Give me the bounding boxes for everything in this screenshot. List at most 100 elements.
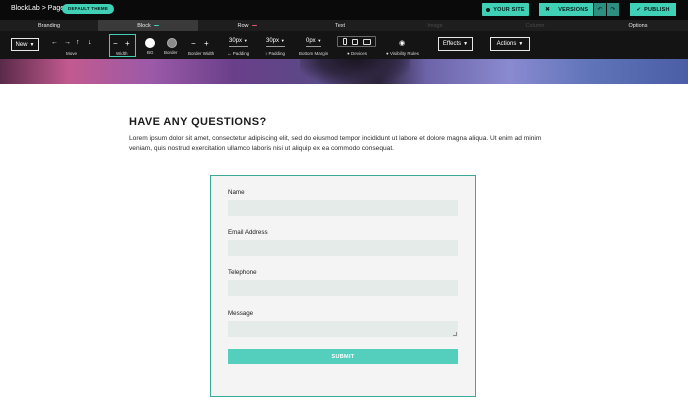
publish-label: PUBLISH bbox=[644, 6, 670, 13]
tab-branding[interactable]: Branding bbox=[0, 20, 98, 31]
eye-icon[interactable]: ◉ bbox=[399, 39, 405, 47]
editor-tabs: Branding Block Row Text Image Column Opt… bbox=[0, 20, 688, 31]
border-color-swatch[interactable] bbox=[167, 38, 177, 48]
undo-button[interactable]: ↶ bbox=[594, 3, 606, 16]
redo-icon: ↷ bbox=[610, 7, 616, 13]
tab-row[interactable]: Row bbox=[198, 20, 296, 31]
plus-icon[interactable]: + bbox=[125, 40, 130, 48]
your-site-button[interactable]: YOUR SITE bbox=[482, 3, 529, 16]
name-field[interactable] bbox=[228, 200, 458, 216]
tab-image: Image bbox=[395, 20, 475, 31]
arrow-up-icon[interactable]: ↑ bbox=[76, 39, 80, 46]
vertical-padding-label: ↕ Padding bbox=[265, 51, 285, 56]
vertical-padding-dropdown[interactable]: 30px ▼ bbox=[266, 38, 285, 47]
arrow-down-icon[interactable]: ↓ bbox=[88, 39, 92, 46]
your-site-label: YOUR SITE bbox=[493, 6, 525, 13]
arrow-right-icon[interactable]: → bbox=[64, 39, 71, 46]
bg-label: BG bbox=[147, 50, 154, 55]
versions-icon: ✖ bbox=[545, 7, 551, 13]
message-label: Message bbox=[228, 310, 254, 317]
contact-form: Name Email Address Telephone Message SUB… bbox=[210, 175, 476, 397]
telephone-label: Telephone bbox=[228, 269, 257, 276]
border-width-label: Border Width bbox=[188, 51, 215, 56]
top-bar: BlockLab > Page DEFAULT THEME YOUR SITE … bbox=[0, 0, 688, 20]
tab-options[interactable]: Options bbox=[600, 20, 676, 31]
tab-label: Branding bbox=[37, 22, 61, 29]
theme-badge[interactable]: DEFAULT THEME bbox=[62, 4, 115, 14]
chevron-down-icon: ▼ bbox=[280, 38, 285, 43]
section-heading: HAVE ANY QUESTIONS? bbox=[129, 116, 267, 128]
tab-block[interactable]: Block bbox=[98, 20, 198, 31]
chevron-down-icon: ▼ bbox=[29, 41, 35, 48]
new-label: New bbox=[15, 41, 28, 48]
tab-column: Column bbox=[495, 20, 575, 31]
submit-button[interactable]: SUBMIT bbox=[228, 349, 458, 364]
actions-button[interactable]: Actions ▼ bbox=[490, 37, 530, 51]
hero-shadow bbox=[300, 59, 410, 84]
tab-label: Image bbox=[427, 22, 443, 29]
telephone-field[interactable] bbox=[228, 280, 458, 296]
resize-handle-icon[interactable] bbox=[453, 332, 457, 336]
width-control: − + Width bbox=[109, 34, 136, 57]
info-icon: ● bbox=[347, 51, 350, 56]
minus-icon[interactable]: − bbox=[113, 40, 118, 48]
bottom-margin-value: 0px bbox=[306, 38, 316, 44]
vertical-arrows-icon: ↕ bbox=[265, 51, 268, 56]
versions-button[interactable]: ✖ VERSIONS bbox=[539, 3, 593, 16]
move-label: Move bbox=[66, 51, 78, 56]
arrow-left-icon[interactable]: ← bbox=[51, 39, 58, 46]
actions-label: Actions bbox=[496, 41, 517, 47]
email-label: Email Address bbox=[228, 229, 268, 236]
width-label: Width bbox=[116, 51, 128, 56]
publish-button[interactable]: ✔ PUBLISH bbox=[630, 3, 676, 16]
redo-button[interactable]: ↷ bbox=[607, 3, 619, 16]
undo-icon: ↶ bbox=[597, 7, 603, 13]
padding-dropdown[interactable]: 30px ▼ bbox=[229, 38, 248, 47]
row-indicator-icon bbox=[251, 24, 257, 27]
devices-label: ● Devices bbox=[347, 51, 367, 56]
tab-text[interactable]: Text bbox=[296, 20, 384, 31]
info-icon: ● bbox=[386, 51, 389, 56]
devices-label-text: Devices bbox=[350, 51, 367, 56]
vertical-padding-value: 30px bbox=[266, 38, 280, 44]
vertical-padding-label-text: Padding bbox=[268, 51, 286, 56]
block-indicator-icon bbox=[153, 24, 159, 27]
name-label: Name bbox=[228, 189, 245, 196]
block-toolbar: New ▼ ← → ↑ ↓ Move − + Width BG Border −… bbox=[0, 31, 688, 59]
desktop-icon[interactable] bbox=[362, 38, 371, 45]
chevron-down-icon: ▼ bbox=[243, 38, 248, 43]
tab-label: Column bbox=[525, 22, 545, 29]
border-label: Border bbox=[164, 50, 178, 55]
chevron-down-icon: ▼ bbox=[518, 41, 524, 47]
effects-label: Effects bbox=[442, 41, 462, 47]
minus-icon[interactable]: − bbox=[191, 40, 196, 48]
mobile-icon[interactable] bbox=[342, 38, 347, 45]
devices-toggle bbox=[337, 36, 376, 47]
email-field[interactable] bbox=[228, 240, 458, 256]
breadcrumb[interactable]: BlockLab > Page bbox=[11, 5, 64, 12]
message-field[interactable] bbox=[228, 321, 458, 337]
check-icon: ✔ bbox=[636, 6, 642, 13]
bottom-margin-dropdown[interactable]: 0px ▼ bbox=[306, 38, 322, 47]
tab-label: Text bbox=[334, 22, 346, 29]
tab-label: Options bbox=[628, 22, 648, 29]
plus-icon[interactable]: + bbox=[204, 40, 209, 48]
new-block-button[interactable]: New ▼ bbox=[11, 38, 39, 51]
globe-icon bbox=[486, 7, 491, 12]
intro-paragraph: Lorem ipsum dolor sit amet, consectetur … bbox=[129, 135, 542, 152]
chevron-down-icon: ▼ bbox=[463, 41, 469, 47]
hero-image bbox=[0, 59, 688, 84]
bottom-margin-label: Bottom Margin bbox=[299, 51, 329, 56]
padding-label: ↔ Padding bbox=[227, 51, 249, 56]
horizontal-arrows-icon: ↔ bbox=[227, 51, 232, 56]
tablet-icon[interactable] bbox=[351, 38, 358, 45]
padding-label-text: Padding bbox=[232, 51, 250, 56]
background-color-swatch[interactable] bbox=[145, 38, 155, 48]
tab-label: Block bbox=[137, 22, 151, 29]
padding-value: 30px bbox=[229, 38, 243, 44]
visibility-rules-label: ● Visibility Rules bbox=[386, 51, 419, 56]
effects-button[interactable]: Effects ▼ bbox=[438, 37, 473, 51]
chevron-down-icon: ▼ bbox=[317, 38, 322, 43]
visibility-rules-label-text: Visibility Rules bbox=[389, 51, 419, 56]
versions-label: VERSIONS bbox=[558, 6, 589, 13]
